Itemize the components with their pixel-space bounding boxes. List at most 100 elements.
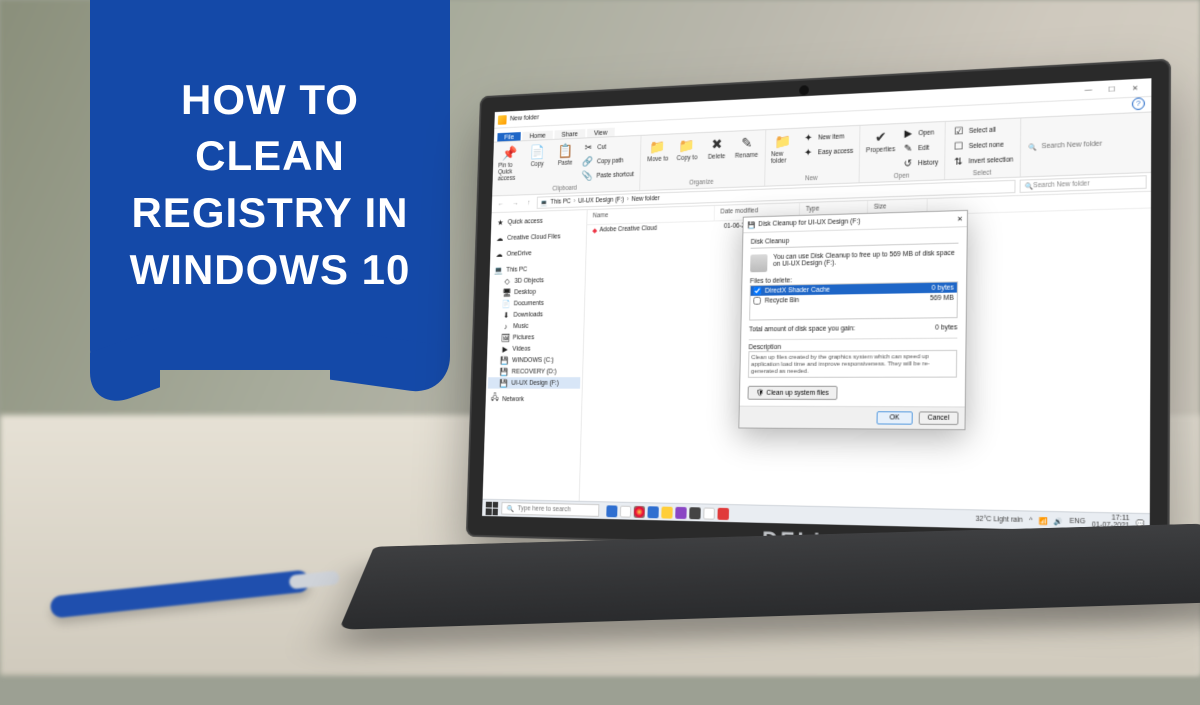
- laptop: New folder — ☐ ✕ File Home Share View ?: [370, 65, 1190, 705]
- video-icon: ▶: [501, 345, 509, 354]
- copy-button[interactable]: 📄Copy: [526, 143, 549, 168]
- nav-fwd-button[interactable]: →: [510, 200, 521, 207]
- cloud-icon: ☁: [495, 250, 503, 259]
- newitem-button[interactable]: ✦New item: [802, 130, 845, 146]
- disk-icon: 💾: [747, 221, 755, 229]
- windows-screen: New folder — ☐ ✕ File Home Share View ?: [482, 78, 1151, 532]
- taskbar-search[interactable]: 🔍Type here to search: [501, 502, 599, 517]
- clock-time[interactable]: 17:11: [1112, 514, 1130, 522]
- close-button[interactable]: ✕: [1123, 83, 1147, 92]
- edit-button[interactable]: ✎Edit: [901, 141, 929, 156]
- selectall-button[interactable]: ☑Select all: [952, 123, 996, 139]
- tab-file[interactable]: File: [497, 132, 521, 141]
- easyaccess-button[interactable]: ✦Easy access: [801, 144, 853, 160]
- total-label: Total amount of disk space you gain:: [749, 325, 855, 333]
- tray-chevron-icon[interactable]: ^: [1029, 517, 1032, 524]
- desc-label: Description: [748, 343, 957, 351]
- nav-tree: ★Quick access ☁Creative Cloud Files ☁One…: [483, 210, 588, 501]
- tab-home[interactable]: Home: [522, 131, 552, 141]
- cleanup-system-button[interactable]: 🛡 Clean up system files: [747, 386, 837, 400]
- desktop-icon: 🖥: [503, 288, 511, 297]
- explorer-icon[interactable]: [661, 506, 672, 518]
- history-button[interactable]: ↺History: [901, 155, 938, 170]
- wifi-icon[interactable]: 📶: [1039, 517, 1048, 526]
- pin-icon: 📌: [502, 144, 518, 161]
- chrome-icon[interactable]: [634, 505, 645, 517]
- taskbar-app-icon[interactable]: [606, 505, 617, 517]
- nav-music[interactable]: ♪Music: [490, 320, 582, 332]
- group-select-label: Select: [951, 169, 1013, 178]
- taskbar-app-icon[interactable]: [703, 507, 715, 519]
- copypath-button[interactable]: 🔗Copy path: [582, 154, 624, 169]
- lang-indicator[interactable]: ENG: [1070, 518, 1086, 526]
- delete-icon: ✖: [708, 135, 725, 153]
- properties-button[interactable]: ✔Properties: [866, 127, 896, 154]
- taskbar-app-icon[interactable]: [620, 505, 631, 517]
- dialog-title: Disk Cleanup for UI-UX Design (F:): [758, 218, 860, 228]
- download-icon: ⬇: [502, 311, 510, 320]
- taskbar-app-icon[interactable]: [717, 507, 729, 519]
- paste-button[interactable]: 📋Paste: [554, 142, 578, 167]
- newfolder-button[interactable]: 📁New folder: [771, 132, 796, 165]
- weather-widget[interactable]: 32°C Light rain: [976, 516, 1023, 524]
- newitem-icon: ✦: [802, 131, 816, 145]
- tab-view[interactable]: View: [587, 128, 615, 138]
- ok-button[interactable]: OK: [877, 411, 913, 424]
- pin-button[interactable]: 📌Pin to Quick access: [498, 144, 522, 182]
- group-open-label: Open: [866, 171, 939, 181]
- drive-icon: 💾: [500, 367, 508, 376]
- drive-icon: 💾: [500, 379, 508, 388]
- selectnone-button[interactable]: ☐Select none: [951, 138, 1004, 154]
- cancel-button[interactable]: Cancel: [918, 411, 958, 425]
- paste-icon: 📋: [557, 142, 573, 160]
- minimize-button[interactable]: —: [1077, 86, 1100, 95]
- group-organize-label: Organize: [645, 177, 758, 188]
- invert-button[interactable]: ⇅Invert selection: [951, 152, 1013, 169]
- desc-text: Clean up files created by the graphics s…: [748, 350, 957, 378]
- recyclebin-checkbox[interactable]: [753, 297, 761, 305]
- taskbar-app-icon[interactable]: [675, 506, 686, 518]
- nav-videos[interactable]: ▶Videos: [489, 343, 581, 355]
- shortcut-icon: 📎: [581, 169, 594, 183]
- address-search[interactable]: 🔍 Search New folder: [1020, 175, 1147, 193]
- folder-icon: [498, 115, 507, 125]
- dialog-tab[interactable]: Disk Cleanup: [751, 233, 959, 248]
- open-icon: ▶: [901, 126, 915, 141]
- tab-share[interactable]: Share: [554, 129, 585, 139]
- start-button[interactable]: [486, 501, 499, 515]
- ribbon-search-input[interactable]: [1041, 138, 1151, 150]
- picture-icon: 🖼: [501, 333, 509, 342]
- easy-icon: ✦: [801, 146, 815, 160]
- nav-fdrive[interactable]: 💾UI-UX Design (F:): [488, 377, 581, 389]
- cut-button[interactable]: ✂Cut: [582, 140, 606, 154]
- maximize-button[interactable]: ☐: [1100, 84, 1123, 93]
- nav-cdrive[interactable]: 💾WINDOWS (C:): [489, 354, 581, 366]
- selectnone-icon: ☐: [951, 139, 965, 154]
- taskbar-app-icon[interactable]: [647, 506, 658, 518]
- dialog-close-button[interactable]: ✕: [957, 215, 963, 223]
- cloud-icon: ☁: [496, 234, 504, 243]
- open-button[interactable]: ▶Open: [901, 125, 934, 140]
- files-list: DirectX Shader Cache 0 bytes Recycle Bin…: [749, 281, 958, 320]
- nav-back-button[interactable]: ←: [495, 201, 506, 208]
- nav-up-button[interactable]: ↑: [525, 200, 533, 207]
- nav-pictures[interactable]: 🖼Pictures: [489, 331, 581, 343]
- search-icon: 🔍: [1029, 143, 1037, 152]
- directx-checkbox[interactable]: [753, 287, 761, 295]
- copyto-icon: 📁: [679, 136, 696, 154]
- nav-ddrive[interactable]: 💾RECOVERY (D:): [488, 366, 580, 378]
- rename-button[interactable]: ✎Rename: [734, 133, 759, 159]
- delete-button[interactable]: ✖Delete: [704, 135, 729, 161]
- pc-icon: 💻: [541, 199, 548, 207]
- nav-network[interactable]: 🖧Network: [487, 393, 580, 405]
- help-button[interactable]: ?: [1132, 97, 1145, 110]
- file-item-recyclebin[interactable]: Recycle Bin 569 MB: [750, 293, 956, 306]
- shortcut-button[interactable]: 📎Paste shortcut: [581, 168, 634, 183]
- taskbar-app-icon[interactable]: [689, 507, 701, 519]
- webcam: [799, 85, 809, 95]
- copyto-button[interactable]: 📁Copy to: [675, 136, 699, 162]
- volume-icon[interactable]: 🔊: [1054, 517, 1063, 526]
- shield-icon: 🛡: [756, 390, 764, 397]
- moveto-button[interactable]: 📁Move to: [646, 137, 670, 163]
- col-size[interactable]: Size: [868, 199, 928, 216]
